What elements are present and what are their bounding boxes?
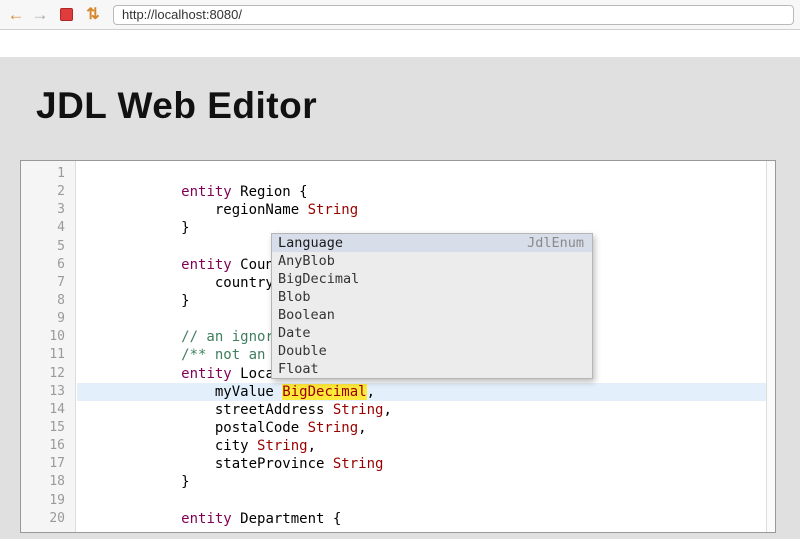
code-token — [80, 257, 181, 273]
code-token: entity — [181, 257, 232, 273]
code-token: Department { — [232, 511, 342, 527]
code-line[interactable]: postalCode String, — [77, 419, 775, 437]
highlighted-token: BigDecimal — [282, 384, 366, 400]
code-line[interactable]: } — [77, 473, 775, 491]
line-number: 4 — [21, 219, 75, 237]
stop-button[interactable] — [60, 8, 73, 21]
code-token: Region { — [232, 184, 308, 200]
code-line[interactable]: streetAddress String, — [77, 401, 775, 419]
code-token — [80, 184, 181, 200]
autocomplete-item[interactable]: Float — [272, 360, 592, 378]
code-line[interactable]: city String, — [77, 437, 775, 455]
line-number: 20 — [21, 510, 75, 528]
code-line[interactable] — [77, 492, 775, 510]
code-token: countryN — [80, 275, 282, 291]
code-token: stateProvince — [80, 456, 333, 472]
line-number: 15 — [21, 419, 75, 437]
code-token: Loca — [232, 366, 274, 382]
code-token: Coun — [232, 257, 274, 273]
code-line[interactable] — [77, 165, 775, 183]
code-token — [80, 366, 181, 382]
url-input[interactable] — [113, 5, 794, 25]
code-token: String — [308, 420, 359, 436]
autocomplete-header-type: JdlEnum — [527, 234, 584, 252]
code-token: entity — [181, 366, 232, 382]
code-token: , — [308, 438, 316, 454]
code-token: streetAddress — [80, 402, 333, 418]
page-title: JDL Web Editor — [36, 85, 317, 127]
autocomplete-item[interactable]: BigDecimal — [272, 270, 592, 288]
code-token: regionName — [80, 202, 308, 218]
code-token: } — [80, 293, 190, 309]
code-token: String — [333, 456, 384, 472]
code-token: postalCode — [80, 420, 308, 436]
code-token: myValue — [80, 384, 282, 400]
line-number: 12 — [21, 365, 75, 383]
code-token: // an ignor — [80, 329, 274, 345]
autocomplete-item[interactable]: Date — [272, 324, 592, 342]
code-line[interactable]: regionName String — [77, 201, 775, 219]
line-number: 7 — [21, 274, 75, 292]
code-token: , — [367, 384, 375, 400]
jdl-editor[interactable]: 1234567891011121314151617181920 entity R… — [20, 160, 776, 533]
autocomplete-item[interactable]: Boolean — [272, 306, 592, 324]
code-token: String — [257, 438, 308, 454]
code-token: String — [333, 402, 384, 418]
line-number: 1 — [21, 165, 75, 183]
autocomplete-item[interactable]: Double — [272, 342, 592, 360]
autocomplete-header-label: Language — [278, 234, 343, 252]
code-line[interactable]: stateProvince String — [77, 455, 775, 473]
line-number: 9 — [21, 310, 75, 328]
line-number: 18 — [21, 473, 75, 491]
code-token: city — [80, 438, 257, 454]
line-number: 11 — [21, 346, 75, 364]
line-number: 13 — [21, 383, 75, 401]
forward-button[interactable]: → — [30, 5, 50, 25]
line-number: 19 — [21, 492, 75, 510]
code-token: } — [80, 474, 190, 490]
line-number: 16 — [21, 437, 75, 455]
autocomplete-popup: Language JdlEnum AnyBlobBigDecimalBlobBo… — [271, 233, 593, 379]
editor-scrollbar[interactable] — [766, 161, 775, 532]
line-number: 5 — [21, 238, 75, 256]
reload-icon[interactable]: ⇅ — [83, 5, 103, 25]
line-number: 6 — [21, 256, 75, 274]
code-token: entity — [181, 511, 232, 527]
line-number: 2 — [21, 183, 75, 201]
autocomplete-header: Language JdlEnum — [272, 234, 592, 252]
editor-gutter: 1234567891011121314151617181920 — [21, 161, 76, 532]
autocomplete-item[interactable]: Blob — [272, 288, 592, 306]
line-number: 14 — [21, 401, 75, 419]
code-token: , — [358, 420, 366, 436]
back-button[interactable]: ← — [6, 5, 26, 25]
code-line[interactable]: myValue BigDecimal, — [77, 383, 775, 401]
code-token — [80, 511, 181, 527]
code-line[interactable]: entity Department { — [77, 510, 775, 528]
line-number: 17 — [21, 455, 75, 473]
code-token: /** not an — [80, 347, 274, 363]
line-number: 8 — [21, 292, 75, 310]
code-token: String — [308, 202, 359, 218]
code-token: entity — [181, 184, 232, 200]
browser-toolbar: ← → ⇅ — [0, 0, 800, 30]
autocomplete-list: AnyBlobBigDecimalBlobBooleanDateDoubleFl… — [272, 252, 592, 378]
code-token: , — [383, 402, 391, 418]
line-number: 3 — [21, 201, 75, 219]
code-line[interactable]: entity Region { — [77, 183, 775, 201]
code-token: } — [80, 220, 190, 236]
line-number: 10 — [21, 328, 75, 346]
autocomplete-item[interactable]: AnyBlob — [272, 252, 592, 270]
